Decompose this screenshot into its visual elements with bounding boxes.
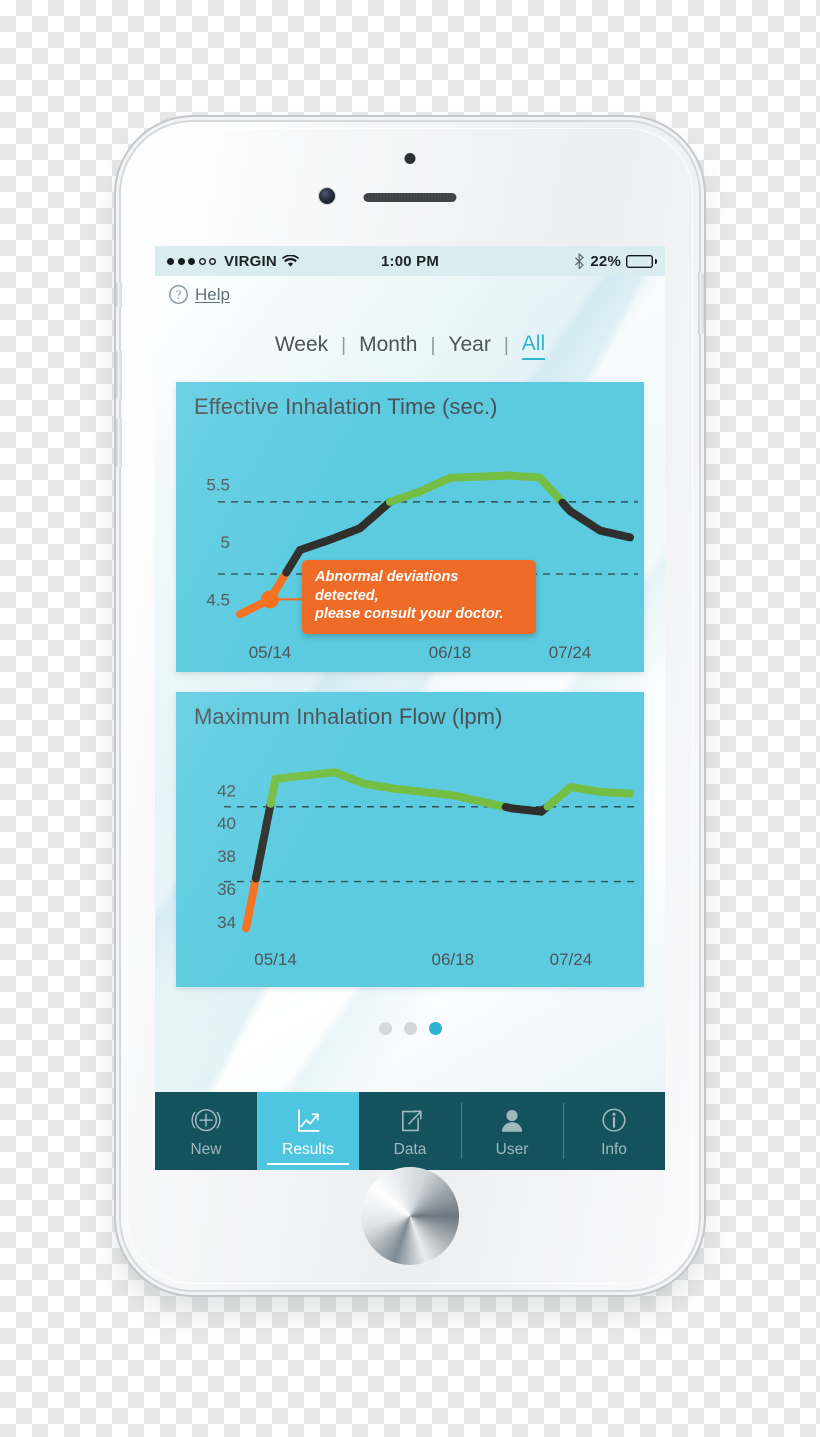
x-tick-label: 07/24	[549, 643, 592, 662]
y-tick-label: 40	[217, 814, 236, 833]
series-segment	[386, 471, 567, 507]
help-link-label[interactable]: Help	[195, 285, 230, 305]
person-icon	[501, 1109, 523, 1132]
page-indicator-dots[interactable]	[155, 1022, 665, 1035]
bottom-tab-bar: New Results Data User Info	[155, 1092, 665, 1170]
signal-strength-icon	[167, 257, 216, 265]
series-segment	[236, 568, 291, 619]
page-dot-3[interactable]	[428, 1022, 442, 1035]
callout-line-2: please consult your doctor.	[315, 606, 504, 623]
series-segment	[543, 783, 634, 811]
status-bar-clock: 1:00 PM	[380, 252, 440, 270]
series-segment	[251, 799, 275, 883]
y-tick-label: 34	[217, 913, 236, 932]
abnormal-deviation-callout[interactable]: Abnormal deviations detected, please con…	[302, 560, 536, 634]
y-tick-label: 5.5	[206, 476, 230, 495]
phone-device-frame: VIRGIN 1:00 PM 22% ? Help Week | Month |…	[116, 122, 704, 1290]
help-row[interactable]: ? Help	[155, 276, 665, 306]
range-separator: |	[430, 335, 436, 356]
battery-percent-label: 22%	[590, 252, 621, 270]
range-tab-year[interactable]: Year	[448, 333, 490, 359]
y-tick-label: 38	[217, 847, 236, 866]
tab-info[interactable]: Info	[563, 1092, 665, 1170]
volume-down-button[interactable]	[116, 418, 122, 468]
front-camera-icon	[319, 188, 335, 204]
range-separator: |	[503, 335, 509, 356]
page-dot-2[interactable]	[403, 1022, 417, 1035]
y-tick-label: 5	[221, 533, 230, 552]
y-tick-label: 42	[217, 781, 236, 800]
carrier-label: VIRGIN	[224, 252, 277, 270]
chart-plot-maximum-inhalation-flow: 42 40 38 36 34 05/14 06/18 07/24	[217, 768, 638, 969]
volume-up-button[interactable]	[116, 350, 122, 400]
callout-line-1: Abnormal deviations detected,	[315, 569, 459, 604]
tab-label-user: User	[495, 1140, 529, 1158]
tab-data[interactable]: Data	[359, 1092, 461, 1170]
x-tick-label: 06/18	[431, 950, 474, 969]
earpiece-speaker	[363, 193, 457, 202]
question-mark-icon: ?	[169, 285, 188, 304]
status-bar: VIRGIN 1:00 PM 22%	[155, 246, 665, 276]
silent-switch-button[interactable]	[116, 282, 122, 308]
page-dot-1[interactable]	[378, 1022, 392, 1035]
x-tick-label: 07/24	[550, 950, 593, 969]
battery-icon	[626, 255, 657, 268]
add-circle-icon	[191, 1108, 221, 1131]
tab-label-data: Data	[393, 1140, 427, 1158]
abnormal-data-point-marker	[261, 590, 279, 609]
time-range-tabs: Week | Month | Year | All	[155, 332, 665, 360]
chart-card-maximum-inhalation-flow[interactable]: Maximum Inhalation Flow (lpm) 42 40 38 36 34…	[176, 692, 644, 987]
tab-user[interactable]: User	[461, 1092, 563, 1170]
tab-label-info: Info	[601, 1140, 627, 1158]
tab-results[interactable]: Results	[257, 1092, 359, 1170]
tab-label-new: New	[190, 1140, 222, 1158]
status-bar-left: VIRGIN	[167, 253, 381, 270]
y-tick-label: 4.5	[206, 590, 230, 609]
x-tick-label: 05/14	[254, 950, 297, 969]
range-separator: |	[341, 335, 347, 356]
app-screen: VIRGIN 1:00 PM 22% ? Help Week | Month |…	[155, 246, 665, 1170]
y-tick-label: 36	[217, 880, 236, 899]
range-tab-all[interactable]: All	[521, 332, 546, 360]
proximity-sensor-icon	[404, 153, 416, 164]
series-segment	[501, 802, 552, 816]
info-circle-icon	[602, 1108, 626, 1132]
status-bar-right: 22%	[439, 252, 657, 270]
x-tick-label: 06/18	[429, 643, 472, 662]
series-segment	[242, 874, 260, 933]
tab-label-results: Results	[282, 1140, 334, 1158]
wifi-icon	[281, 254, 299, 267]
series-segment	[266, 768, 510, 811]
bluetooth-icon	[575, 253, 585, 269]
tab-new[interactable]: New	[155, 1092, 257, 1170]
share-export-icon	[401, 1109, 422, 1131]
range-tab-month[interactable]: Month	[359, 333, 417, 359]
range-tab-week[interactable]: Week	[275, 333, 328, 359]
line-chart-icon	[298, 1108, 320, 1132]
home-button[interactable]	[361, 1167, 459, 1265]
series-segment	[558, 498, 634, 542]
chart-card-effective-inhalation-time[interactable]: Effective Inhalation Time (sec.) 5.5 5 4.5…	[176, 382, 644, 672]
power-button[interactable]	[698, 272, 704, 334]
x-tick-label: 05/14	[249, 643, 292, 662]
